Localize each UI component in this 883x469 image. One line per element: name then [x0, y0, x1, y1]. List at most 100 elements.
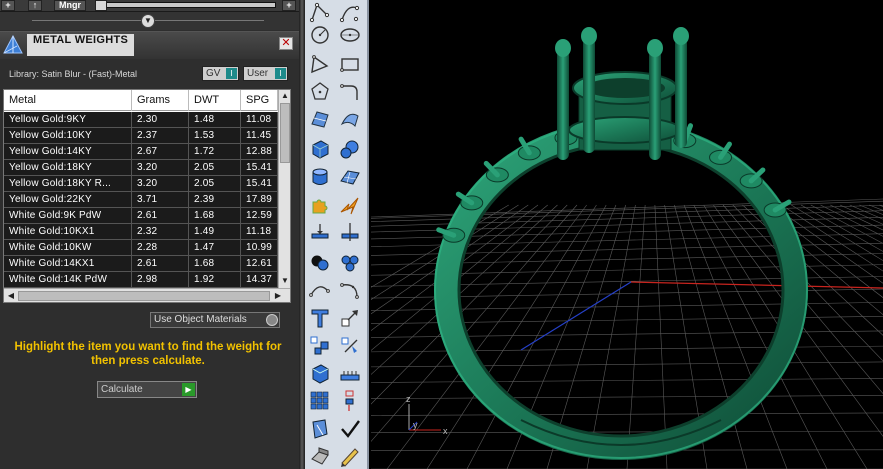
table-row[interactable]: Yellow Gold:14KY 2.67 1.72 12.88 [4, 144, 278, 160]
user-indicator-icon: I [275, 68, 286, 79]
dwt-cell: 1.49 [189, 224, 241, 240]
grams-cell: 2.30 [132, 112, 189, 128]
dwt-cell: 1.72 [189, 144, 241, 160]
polygon-tool-icon[interactable] [307, 51, 333, 77]
collapse-row: ▼ [0, 12, 299, 30]
extrude-shape-icon[interactable] [307, 443, 333, 469]
metal-cell: Yellow Gold:22KY [4, 192, 132, 208]
grid-line [722, 204, 883, 395]
viewport-canvas[interactable]: x y z [371, 0, 883, 469]
play-arrow-icon: ▶ [182, 383, 195, 396]
extrude-cube-icon[interactable] [307, 360, 333, 386]
up-arrow-button[interactable]: ↑ [28, 0, 42, 11]
gv-indicator-icon: I [226, 68, 237, 79]
calculate-button[interactable]: Calculate ▶ [97, 381, 197, 398]
spg-cell: 11.45 [241, 128, 278, 144]
metal-cell: Yellow Gold:14KY [4, 144, 132, 160]
mesh-surface-icon[interactable] [337, 164, 363, 190]
use-object-materials-label: Use Object Materials [154, 314, 247, 325]
scale-tool-icon[interactable] [337, 305, 363, 331]
column-header-metal[interactable]: Metal [4, 90, 132, 111]
ellipse-tool-icon[interactable] [337, 21, 363, 47]
grid-array-icon[interactable] [307, 388, 333, 414]
boolean-difference-icon[interactable] [337, 249, 363, 275]
surface-edit-tool-icon[interactable] [307, 106, 333, 132]
minus-button[interactable]: + [1, 0, 15, 11]
grid-line [371, 430, 883, 434]
table-row[interactable]: Yellow Gold:10KY 2.37 1.53 11.45 [4, 128, 278, 144]
split-tool-icon[interactable] [337, 219, 363, 245]
array-tool-icon[interactable] [307, 332, 333, 358]
project-tool-icon[interactable] [307, 219, 333, 245]
cylinder-solid-icon[interactable] [307, 164, 333, 190]
3d-viewport[interactable]: x y z [371, 0, 883, 469]
mirror-tool-icon[interactable] [337, 332, 363, 358]
measure-ruler-icon[interactable] [337, 360, 363, 386]
close-icon[interactable]: ✕ [279, 37, 293, 50]
plus-button[interactable]: + [282, 0, 296, 11]
table-row[interactable]: Yellow Gold:18KY R... 3.20 2.05 15.41 [4, 176, 278, 192]
table-header: Metal Grams DWT SPG [4, 90, 278, 111]
column-header-spg[interactable]: SPG [241, 90, 278, 111]
gv-label: GV [206, 68, 221, 79]
boolean-union-icon[interactable] [307, 249, 333, 275]
surface-sweep-tool-icon[interactable] [337, 106, 363, 132]
collapse-chevron-icon[interactable]: ▼ [141, 14, 155, 28]
ring-model[interactable] [434, 27, 808, 460]
circle-tool-icon[interactable] [307, 21, 333, 47]
arc-tool-icon[interactable] [307, 277, 333, 303]
checkmark-icon[interactable] [337, 416, 363, 442]
puzzle-tool-icon[interactable] [307, 192, 333, 218]
text-tool-icon[interactable] [307, 305, 333, 331]
table-row[interactable]: White Gold:10KX1 2.32 1.49 11.18 [4, 224, 278, 240]
prong-tip-4 [673, 27, 689, 45]
grams-cell: 3.20 [132, 160, 189, 176]
box-solid-icon[interactable] [307, 136, 333, 162]
rectangle-tool-icon[interactable] [337, 51, 363, 77]
use-object-materials-toggle[interactable]: Use Object Materials [150, 312, 280, 328]
scroll-down-icon[interactable]: ▼ [279, 275, 290, 287]
spg-cell: 11.08 [241, 112, 278, 128]
user-toggle[interactable]: User I [243, 66, 288, 81]
table-row[interactable]: Yellow Gold:9KY 2.30 1.48 11.08 [4, 112, 278, 128]
metal-cell: Yellow Gold:18KY R... [4, 176, 132, 192]
metal-cell: White Gold:14K PdW [4, 272, 132, 288]
column-header-dwt[interactable]: DWT [189, 90, 241, 111]
grid-line [371, 210, 883, 227]
table-row[interactable]: Yellow Gold:18KY 3.20 2.05 15.41 [4, 160, 278, 176]
vertical-scrollbar[interactable]: ▲ ▼ [278, 90, 290, 288]
table-row[interactable]: Yellow Gold:22KY 3.71 2.39 17.89 [4, 192, 278, 208]
manager-button[interactable]: Mngr [54, 0, 86, 11]
grams-cell: 3.71 [132, 192, 189, 208]
table-row[interactable]: White Gold:14KX1 2.61 1.68 12.61 [4, 256, 278, 272]
scroll-right-icon[interactable]: ▶ [272, 290, 284, 302]
sphere-solid-icon[interactable] [337, 136, 363, 162]
column-header-grams[interactable]: Grams [132, 90, 189, 111]
scroll-up-icon[interactable]: ▲ [279, 90, 290, 102]
instructions-text: Highlight the item you want to find the … [14, 341, 282, 367]
grid-line [791, 204, 883, 261]
boolean-spark-icon[interactable] [337, 192, 363, 218]
grams-cell: 2.37 [132, 128, 189, 144]
slider-handle[interactable] [95, 0, 107, 11]
prong-tip-3 [647, 39, 663, 57]
pencil-edit-icon[interactable] [337, 443, 363, 469]
fillet-curve-tool-icon[interactable] [337, 78, 363, 104]
slider-track[interactable] [100, 2, 276, 8]
table-row[interactable]: White Gold:10KW 2.28 1.47 10.99 [4, 240, 278, 256]
grid-line [371, 378, 883, 383]
prong-tip-2 [581, 27, 597, 45]
arc-points-tool-icon[interactable] [337, 277, 363, 303]
grams-cell: 2.28 [132, 240, 189, 256]
vertical-scroll-thumb[interactable] [280, 103, 290, 163]
table-row[interactable]: White Gold:14K PdW 2.98 1.92 14.37 [4, 272, 278, 288]
gv-toggle[interactable]: GV I [202, 66, 239, 81]
horizontal-scrollbar[interactable]: ◀ ▶ [4, 288, 290, 302]
table-row[interactable]: White Gold:9K PdW 2.61 1.68 12.59 [4, 208, 278, 224]
polygon-center-tool-icon[interactable] [307, 78, 333, 104]
horizontal-scroll-thumb[interactable] [18, 291, 270, 301]
scroll-left-icon[interactable]: ◀ [5, 290, 17, 302]
wrap-surface-icon[interactable] [307, 416, 333, 442]
orient-tool-icon[interactable] [337, 388, 363, 414]
metal-weights-table: Metal Grams DWT SPG Yellow Gold:9KY 2.30 1… [3, 89, 291, 303]
